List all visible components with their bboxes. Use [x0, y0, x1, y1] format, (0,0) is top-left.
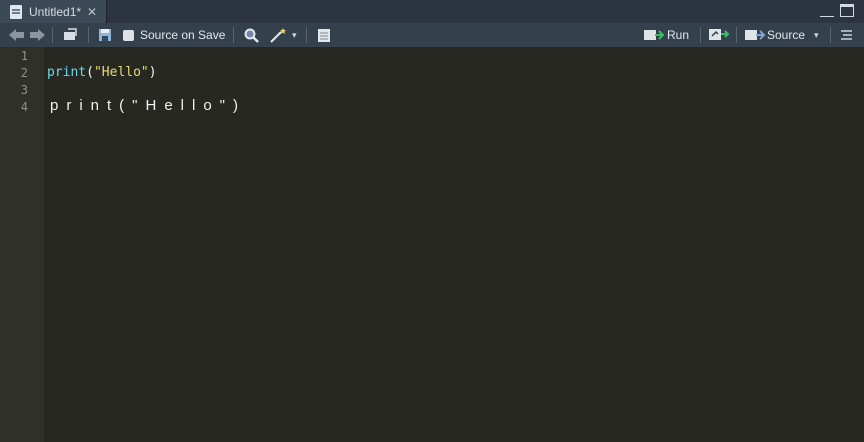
- code-editor[interactable]: print("Hello") print("Hello"): [44, 47, 864, 442]
- source-label: Source: [767, 28, 806, 42]
- paren-token: (: [86, 65, 94, 80]
- toolbar-separator: [700, 27, 701, 43]
- re-run-icon[interactable]: [708, 26, 730, 44]
- compile-report-icon[interactable]: [316, 26, 332, 44]
- toolbar-separator: [233, 27, 234, 43]
- tab-title: Untitled1*: [29, 4, 82, 19]
- toolbar-separator: [52, 27, 53, 43]
- checkbox-icon[interactable]: [123, 29, 134, 41]
- maximize-icon[interactable]: [840, 4, 854, 17]
- code-line-4[interactable]: print("Hello"): [50, 97, 246, 114]
- toolbar-separator: [830, 27, 831, 43]
- run-label: Run: [667, 28, 690, 42]
- source-on-save-toggle[interactable]: Source on Save: [123, 26, 225, 44]
- minimize-icon[interactable]: [820, 14, 834, 17]
- run-button[interactable]: Run: [643, 26, 689, 44]
- function-token: print: [47, 65, 87, 80]
- forward-arrow-icon: [30, 29, 45, 41]
- tab-bar: Untitled1* ✕: [0, 0, 864, 23]
- show-in-window-icon[interactable]: [62, 26, 78, 44]
- magic-wand-dropdown[interactable]: ▾: [292, 26, 297, 44]
- toolbar-separator: [88, 27, 89, 43]
- line-number: 4: [20, 100, 28, 114]
- source-icon: [745, 30, 766, 40]
- search-icon[interactable]: [243, 26, 259, 44]
- run-icon: [644, 30, 665, 40]
- paren-token: ): [148, 65, 157, 80]
- code-line-2[interactable]: print("Hello"): [47, 65, 157, 80]
- toolbar-separator: [736, 27, 737, 43]
- source-dropdown[interactable]: ▾: [814, 26, 819, 44]
- source-on-save-label: Source on Save: [140, 28, 226, 42]
- magic-wand-icon[interactable]: [268, 26, 290, 44]
- tab-untitled1[interactable]: Untitled1* ✕: [0, 0, 107, 23]
- line-number: 1: [20, 49, 28, 63]
- close-icon[interactable]: ✕: [87, 5, 97, 19]
- string-token: "Hello": [93, 65, 149, 80]
- back-arrow-icon[interactable]: [8, 26, 46, 44]
- outline-icon[interactable]: [838, 26, 854, 44]
- line-number: 2: [20, 66, 28, 80]
- document-icon: [10, 4, 22, 19]
- line-number: 3: [20, 83, 28, 97]
- toolbar-separator: [306, 27, 307, 43]
- line-number-gutter: 1 2 3 4: [0, 47, 44, 442]
- source-button[interactable]: Source: [744, 26, 805, 44]
- save-icon[interactable]: [98, 26, 112, 44]
- editor-toolbar: Source on Save ▾ Run Source ▾: [0, 23, 864, 48]
